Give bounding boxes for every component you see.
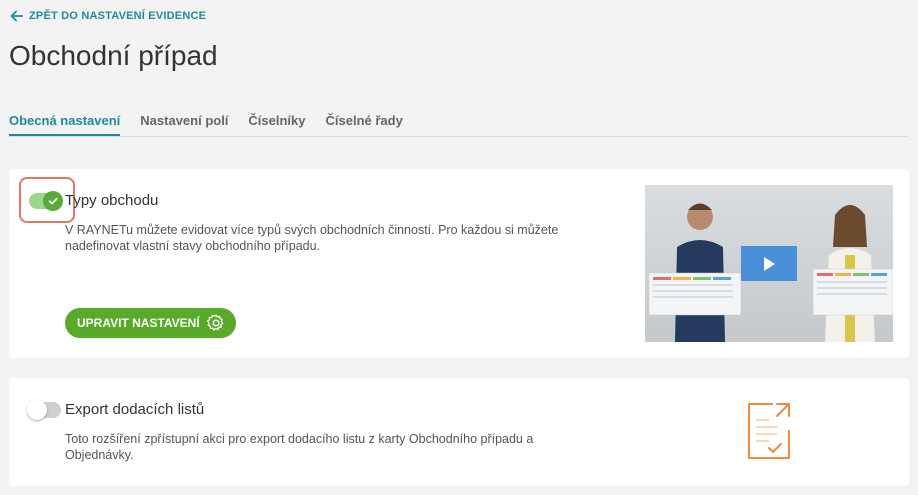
deal-types-toggle[interactable] [29,191,63,211]
video-thumbnail[interactable] [645,185,893,342]
feature-card-delivery-notes: Export dodacích listů Toto rozšíření zpř… [9,378,909,486]
tab-number-series[interactable]: Číselné řady [326,113,403,136]
arrow-left-icon [10,10,23,22]
toggle-knob [43,191,63,211]
play-icon [764,256,775,271]
feature-card-deal-types: Typy obchodu V RAYNETu můžete evidovat v… [9,169,909,358]
back-to-settings-link[interactable]: ZPĚT DO NASTAVENÍ EVIDENCE [10,10,206,22]
tab-field-settings[interactable]: Nastavení polí [140,113,228,136]
card-description: Toto rozšíření zpřístupní akci pro expor… [65,432,534,462]
delivery-notes-toggle[interactable] [27,400,61,420]
toggle-knob [27,400,47,420]
edit-settings-button[interactable]: UPRAVIT NASTAVENÍ [65,308,236,338]
check-icon [48,197,58,205]
button-label: UPRAVIT NASTAVENÍ [77,316,200,330]
page-title: Obchodní případ [9,40,218,71]
card-title: Export dodacích listů [65,401,205,418]
back-link-label: ZPĚT DO NASTAVENÍ EVIDENCE [29,10,207,22]
tab-general-settings[interactable]: Obecná nastavení [9,113,121,136]
card-title: Typy obchodu [65,192,159,209]
gear-icon [206,314,224,331]
tab-codebooks[interactable]: Číselníky [248,113,305,136]
card-description: V RAYNETu můžete evidovat více typů svýc… [65,223,559,253]
document-export-icon [748,403,790,459]
play-button[interactable] [741,246,797,281]
tab-bar: Obecná nastavení Nastavení polí Číselník… [9,113,909,137]
